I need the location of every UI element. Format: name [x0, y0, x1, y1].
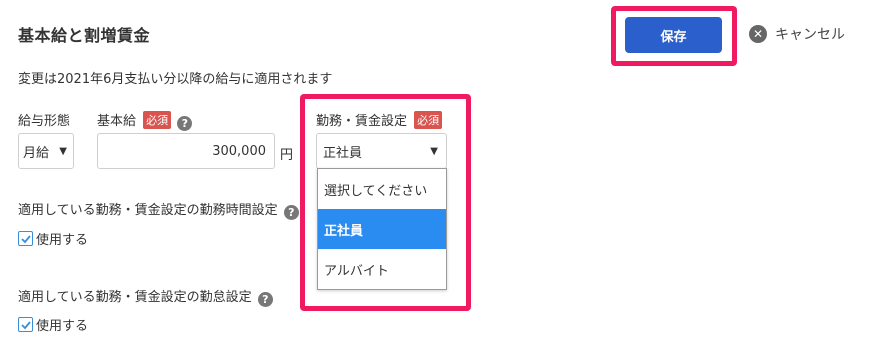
currency-unit: 円 [280, 148, 294, 163]
dropdown-option[interactable]: 選択してください [318, 169, 446, 209]
pay-type-value: 月給 [23, 145, 50, 161]
work-wage-value: 正社員 [323, 145, 363, 161]
cancel-label: キャンセル [775, 27, 845, 43]
dropdown-option[interactable]: アルバイト [318, 249, 446, 289]
effective-date-notice: 変更は2021年6月支払い分以降の給与に適用されます [18, 72, 333, 87]
base-salary-label: 基本給 [97, 114, 137, 129]
base-salary-value: 300,000 [212, 143, 266, 159]
attendance-setting-label-row: 適用している勤務・賃金設定の勤怠設定 ? [18, 286, 273, 307]
checkbox-checked-icon[interactable] [18, 317, 33, 332]
dropdown-option-selected[interactable]: 正社員 [318, 209, 446, 249]
chevron-down-icon: ▼ [430, 145, 438, 157]
close-circle-icon: ✕ [749, 25, 767, 43]
help-icon[interactable]: ? [257, 292, 273, 307]
pay-type-select[interactable]: 月給 ▼ [18, 133, 74, 169]
work-wage-dropdown-list: 選択してください 正社員 アルバイト [317, 168, 447, 290]
cancel-button[interactable]: ✕ キャンセル [749, 24, 845, 44]
checkbox-label: 使用する [36, 319, 89, 334]
work-hours-setting-label-row: 適用している勤務・賃金設定の勤務時間設定 ? [18, 199, 299, 220]
checkbox-checked-icon[interactable] [18, 231, 33, 246]
work-wage-select[interactable]: 正社員 ▼ [316, 133, 447, 169]
required-badge: 必須 [143, 111, 172, 129]
help-icon[interactable]: ? [177, 116, 193, 131]
checkbox-label: 使用する [36, 233, 89, 248]
base-salary-label-row: 基本給 必須 ? [97, 110, 193, 131]
help-icon[interactable]: ? [283, 205, 299, 220]
attendance-use-checkbox[interactable]: 使用する [18, 315, 88, 334]
base-salary-input[interactable]: 300,000 [97, 133, 275, 169]
pay-type-label: 給与形態 [18, 114, 71, 129]
save-button[interactable]: 保存 [625, 17, 722, 53]
work-hours-use-checkbox[interactable]: 使用する [18, 229, 88, 248]
work-hours-setting-label: 適用している勤務・賃金設定の勤務時間設定 [18, 203, 278, 218]
page-title: 基本給と割増賃金 [18, 26, 151, 45]
chevron-down-icon: ▼ [59, 145, 67, 157]
attendance-setting-label: 適用している勤務・賃金設定の勤怠設定 [18, 290, 252, 305]
